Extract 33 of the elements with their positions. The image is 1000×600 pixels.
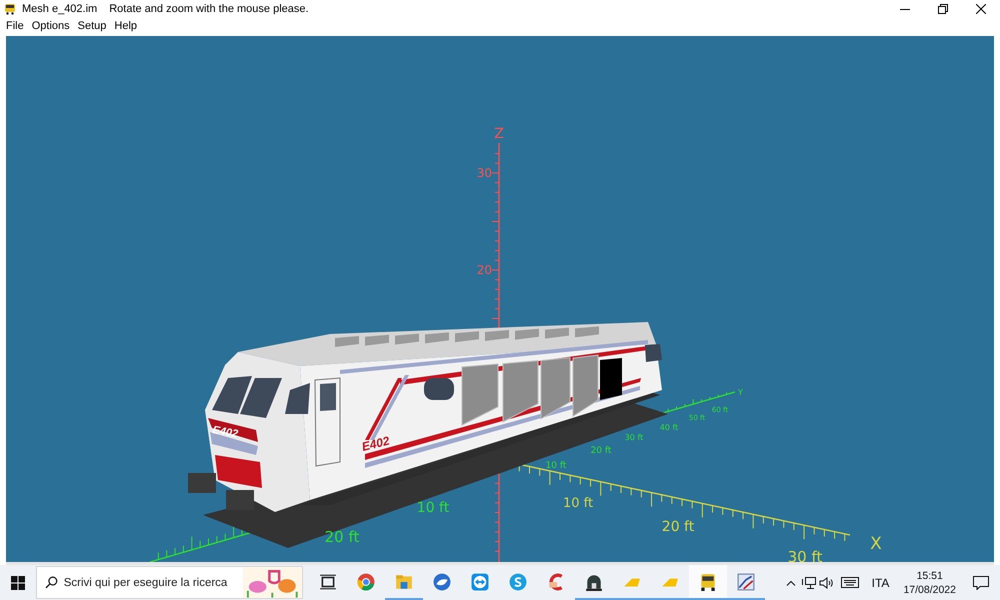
language-indicator[interactable]: ITA [864,576,898,590]
close-icon [976,4,986,14]
tick-label: 10 ft [416,500,450,516]
restore-icon [938,4,948,14]
menu-item[interactable]: Help [110,20,142,32]
tick-label: 10 ft [562,496,594,511]
menu-item[interactable]: Setup [74,20,110,32]
locomotive-number: E402 [211,424,239,440]
axis-name: Z [494,126,504,142]
fish-illustration-icon [243,567,302,598]
tick-label: 30 ft [624,433,644,442]
windows-logo-icon [11,576,25,590]
search-bar[interactable]: Scrivi qui per eseguire la ricerca [36,566,303,599]
status-message: Rotate and zoom with the mouse please. [109,3,309,15]
search-field[interactable]: Scrivi qui per eseguire la ricerca [64,576,244,588]
tick-label: 20 ft [324,528,360,546]
tick-label: 20 ft [590,446,612,456]
window-title: Mesh e_402.im [22,3,98,15]
tick-label: 40 ft [660,423,678,432]
locomotive-number: E402 [360,434,391,454]
train-icon[interactable] [689,565,727,600]
tick-label: 30 ft [788,548,822,562]
menu-item[interactable]: Options [28,20,74,32]
tick-label: 20 [476,263,492,277]
search-icon [45,576,58,589]
axis-name: Y [738,388,743,397]
clock[interactable]: 15:51 17/08/2022 [897,568,962,596]
axis-name: X [870,534,882,554]
menu-item[interactable]: File [2,20,28,32]
tick-label: 30 [476,166,492,180]
tick-label: 20 ft [662,519,694,535]
train-icon [4,3,16,15]
tick-label: 10 ft [546,461,566,471]
